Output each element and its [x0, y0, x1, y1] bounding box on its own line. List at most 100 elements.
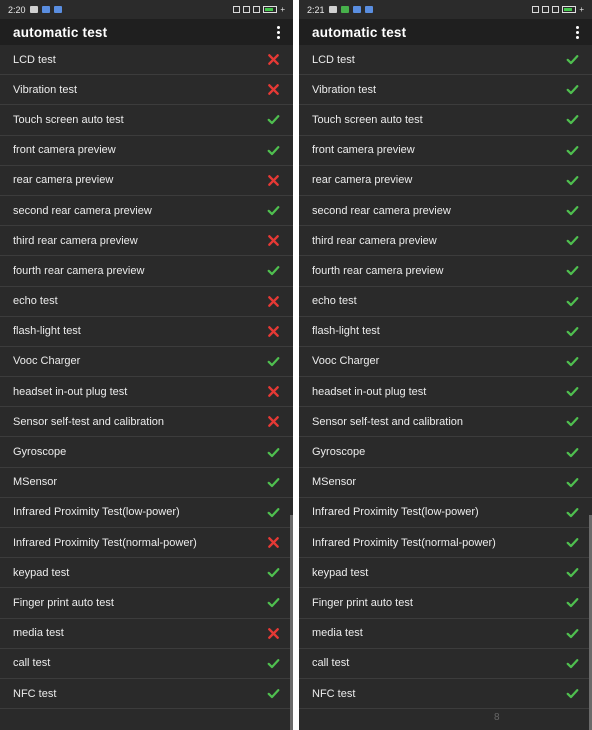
status-bar: 2:21 + — [299, 0, 592, 19]
test-item-row[interactable]: Infrared Proximity Test(normal-power) — [0, 528, 293, 559]
test-item-row[interactable]: Sensor self-test and calibration — [299, 407, 592, 438]
test-item-row[interactable]: Gyroscope — [0, 437, 293, 468]
wifi-off-icon — [253, 6, 261, 13]
test-item-label: MSensor — [13, 476, 58, 489]
check-icon — [565, 475, 579, 489]
right-phone-screen: 2:21 + automatic test LCD test Vibration … — [299, 0, 592, 730]
test-item-label: keypad test — [312, 566, 369, 579]
test-item-label: front camera preview — [312, 144, 415, 157]
test-item-row[interactable]: Touch screen auto test — [0, 105, 293, 136]
test-item-row[interactable]: media test — [299, 619, 592, 649]
test-item-label: flash-light test — [13, 325, 81, 338]
test-item-row[interactable]: NFC test — [0, 679, 293, 710]
test-item-label: flash-light test — [312, 325, 380, 338]
test-item-row[interactable]: fourth rear camera preview — [299, 256, 592, 287]
test-item-row[interactable]: keypad test — [0, 558, 293, 589]
test-item-label: front camera preview — [13, 144, 116, 157]
test-item-row[interactable]: Vibration test — [0, 75, 293, 106]
test-item-row[interactable]: rear camera preview — [299, 166, 592, 196]
test-item-row[interactable]: headset in-out plug test — [0, 377, 293, 408]
check-icon — [266, 204, 280, 218]
test-item-row[interactable]: Vooc Charger — [0, 347, 293, 378]
test-item-row[interactable]: call test — [299, 649, 592, 679]
check-icon — [565, 536, 579, 550]
test-item-label: keypad test — [13, 566, 70, 579]
check-icon — [266, 505, 280, 519]
notification-icon — [340, 6, 349, 13]
scrollbar[interactable] — [290, 515, 293, 730]
test-item-row[interactable]: second rear camera preview — [299, 196, 592, 227]
test-item-row[interactable]: headset in-out plug test — [299, 377, 592, 408]
test-item-row[interactable]: Finger print auto test — [0, 588, 293, 619]
cross-icon — [266, 626, 280, 640]
test-item-label: Sensor self-test and calibration — [312, 415, 464, 428]
test-item-row[interactable]: keypad test — [299, 558, 592, 589]
test-item-row[interactable]: flash-light test — [0, 317, 293, 347]
test-item-label: Sensor self-test and calibration — [13, 415, 165, 428]
nfc-icon — [233, 6, 241, 13]
app-bar: automatic test — [299, 19, 592, 45]
test-item-label: rear camera preview — [13, 174, 114, 187]
status-bar: 2:20 + — [0, 0, 293, 19]
test-item-label: Gyroscope — [13, 446, 67, 459]
test-item-row[interactable]: Vibration test — [299, 75, 592, 106]
test-item-row[interactable]: echo test — [299, 287, 592, 317]
test-item-row[interactable]: front camera preview — [299, 136, 592, 166]
test-item-row[interactable]: LCD test — [299, 45, 592, 76]
status-time: 2:20 — [8, 4, 26, 15]
check-icon — [565, 234, 579, 248]
test-item-label: Infrared Proximity Test(normal-power) — [312, 536, 496, 549]
charging-icon: + — [579, 5, 584, 14]
test-item-row[interactable]: third rear camera preview — [299, 226, 592, 257]
test-item-row[interactable]: Gyroscope — [299, 437, 592, 468]
test-item-label: Finger print auto test — [13, 596, 114, 609]
battery-icon — [263, 6, 278, 13]
overflow-menu-icon[interactable] — [570, 24, 579, 41]
test-item-row[interactable]: front camera preview — [0, 136, 293, 166]
cross-icon — [266, 53, 280, 67]
test-item-row[interactable]: LCD test — [0, 45, 293, 76]
test-item-row[interactable]: Finger print auto test — [299, 588, 592, 619]
cross-icon — [266, 83, 280, 97]
test-item-row[interactable]: echo test — [0, 287, 293, 317]
test-item-label: Infrared Proximity Test(low-power) — [312, 506, 479, 519]
test-item-row[interactable]: Vooc Charger — [299, 347, 592, 378]
overflow-menu-icon[interactable] — [271, 24, 280, 41]
test-item-row[interactable]: media test — [0, 619, 293, 649]
cross-icon — [266, 173, 280, 187]
test-item-row[interactable]: Touch screen auto test — [299, 105, 592, 136]
check-icon — [565, 626, 579, 640]
test-item-label: LCD test — [13, 53, 56, 66]
test-item-row[interactable]: Infrared Proximity Test(normal-power) — [299, 528, 592, 559]
check-icon — [565, 354, 579, 368]
test-item-row[interactable]: third rear camera preview — [0, 226, 293, 257]
wifi-off-icon — [552, 6, 560, 13]
test-item-label: Finger print auto test — [312, 596, 413, 609]
test-item-row[interactable]: fourth rear camera preview — [0, 256, 293, 287]
test-item-row[interactable]: NFC test — [299, 679, 592, 710]
check-icon — [565, 173, 579, 187]
test-item-row[interactable]: MSensor — [299, 468, 592, 498]
check-icon — [565, 385, 579, 399]
left-phone-screen: 2:20 + automatic test LCD test Vibration … — [0, 0, 293, 730]
test-item-row[interactable]: Infrared Proximity Test(low-power) — [0, 498, 293, 528]
notification-icon — [352, 6, 361, 13]
check-icon — [565, 264, 579, 278]
test-item-row[interactable]: call test — [0, 649, 293, 679]
test-item-row[interactable]: rear camera preview — [0, 166, 293, 196]
test-item-label: Vibration test — [13, 83, 78, 96]
test-item-label: media test — [312, 627, 363, 640]
test-item-row[interactable]: second rear camera preview — [0, 196, 293, 227]
test-item-row[interactable]: Sensor self-test and calibration — [0, 407, 293, 438]
check-icon — [266, 596, 280, 610]
test-item-label: headset in-out plug test — [312, 385, 427, 398]
check-icon — [565, 204, 579, 218]
test-item-row[interactable]: Infrared Proximity Test(low-power) — [299, 498, 592, 528]
check-icon — [565, 687, 579, 701]
test-item-label: Touch screen auto test — [312, 113, 423, 126]
vibrate-icon — [542, 6, 550, 13]
test-item-row[interactable]: MSensor — [0, 468, 293, 498]
test-item-row[interactable]: flash-light test — [299, 317, 592, 347]
check-icon — [565, 143, 579, 157]
check-icon — [565, 83, 579, 97]
